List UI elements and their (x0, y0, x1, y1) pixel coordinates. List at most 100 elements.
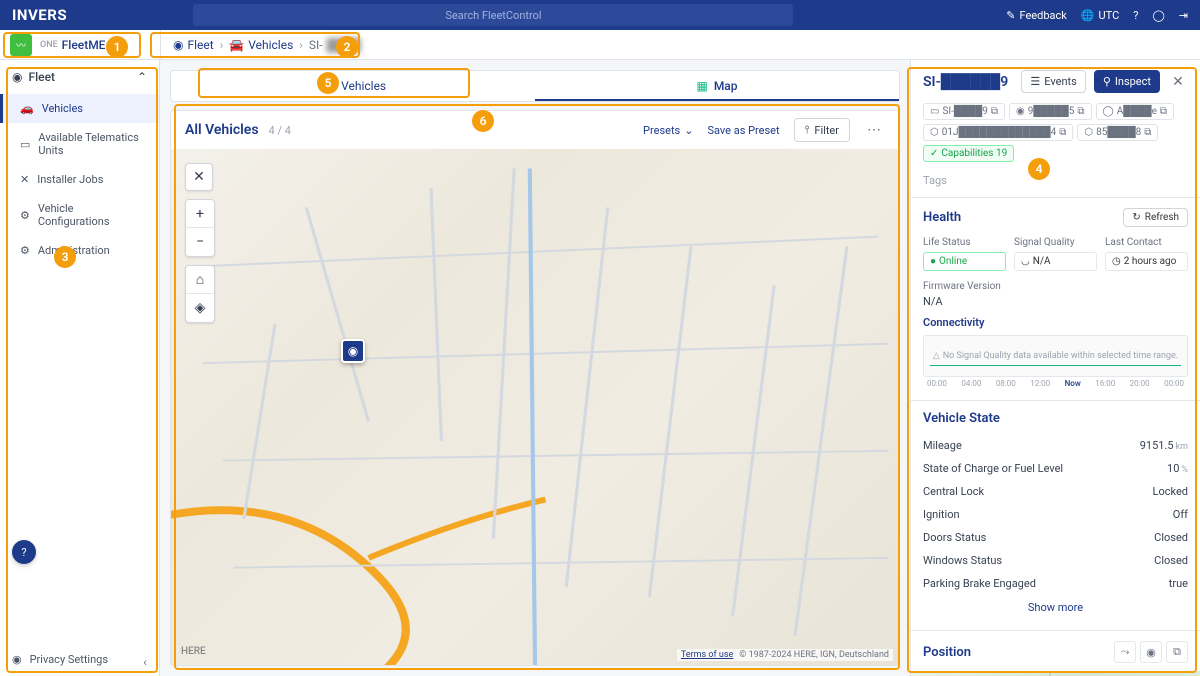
zoom-out-button[interactable]: − (186, 228, 214, 256)
contact-value: ◷2 hours ago (1105, 252, 1188, 271)
chevron-right-icon: › (220, 38, 224, 52)
sidebar-item-admin[interactable]: ⚙Administration (0, 236, 159, 265)
help-float-button[interactable]: ? (12, 540, 36, 564)
zoom-in-button[interactable]: + (186, 200, 214, 228)
warning-icon: △ (933, 351, 940, 361)
feedback-link[interactable]: ✎Feedback (1006, 9, 1067, 22)
sidebar-item-config[interactable]: ⚙Vehicle Configurations (0, 194, 159, 236)
tags-field[interactable]: Tags (911, 170, 1200, 197)
page-title: All Vehicles (185, 122, 259, 138)
shield-icon: ◉ (12, 653, 22, 666)
annotation-5: 5 (317, 72, 339, 94)
events-button[interactable]: ☰Events (1021, 70, 1085, 93)
contact-label: Last Contact (1105, 237, 1188, 248)
vehicle-count: 4 / 4 (269, 124, 291, 137)
minimap[interactable] (911, 671, 1200, 676)
state-row: Mileage9151.5km (923, 434, 1188, 457)
layers-button[interactable]: ◈ (186, 294, 214, 322)
life-status-label: Life Status (923, 237, 1006, 248)
detail-chip[interactable]: ◯A████e⧉ (1096, 103, 1175, 120)
map-icon: ▦ (696, 79, 707, 93)
annotation-6: 6 (472, 110, 494, 132)
more-menu[interactable]: ⋯ (864, 122, 885, 138)
top-bar: INVERS Search FleetControl ✎Feedback 🌐UT… (0, 0, 1200, 30)
pin-icon: ◉ (348, 344, 358, 358)
timezone-selector[interactable]: 🌐UTC (1081, 9, 1119, 22)
route-icon[interactable]: ⤳ (1114, 641, 1136, 663)
inspect-button[interactable]: ⚲Inspect (1094, 70, 1160, 93)
vehicle-icon: 🚘 (229, 38, 244, 52)
presets-dropdown[interactable]: Presets⌄ (643, 124, 693, 137)
firmware-value: N/A (923, 295, 1188, 308)
gear-icon: ⚙ (20, 244, 30, 257)
sidebar-item-telematics[interactable]: ▭Available Telematics Units (0, 123, 159, 165)
breadcrumb-vehicles[interactable]: 🚘Vehicles (229, 38, 293, 52)
sliders-icon: ⚙ (20, 209, 30, 222)
breadcrumb-fleet[interactable]: ◉Fleet (173, 38, 214, 52)
detail-chip[interactable]: ▭SI-████9⧉ (923, 103, 1005, 120)
state-row: Doors StatusClosed (923, 526, 1188, 549)
detail-title: SI-██████9 (923, 73, 1013, 90)
detail-chip[interactable]: ◉9█████5⧉ (1009, 103, 1092, 120)
tab-map[interactable]: ▦Map (535, 71, 899, 101)
detail-chip[interactable]: ⬡01J█████████████4⧉ (923, 124, 1073, 141)
vehicle-state-title: Vehicle State (923, 411, 1188, 426)
terms-link[interactable]: Terms of use (681, 650, 733, 660)
sidebar-item-installer[interactable]: ✕Installer Jobs (0, 165, 159, 194)
signal-value: ◡N/A (1014, 252, 1097, 271)
capabilities-chip[interactable]: ✓Capabilities 19 (923, 145, 1014, 162)
state-row: Parking Brake Engagedtrue (923, 572, 1188, 595)
connectivity-title: Connectivity (923, 316, 1188, 329)
signal-icon: ◡ (1021, 256, 1030, 267)
tools-icon: ✕ (20, 173, 29, 186)
detail-panel: SI-██████9 ☰Events ⚲Inspect ✕ ▭SI-████9⧉… (910, 60, 1200, 676)
secondary-bar: 〰 ONE FleetME ⌄ ◉Fleet › 🚘Vehicles › SI-… (0, 30, 1200, 60)
map-attribution: Terms of use© 1987-2024 HERE, IGN, Deuts… (677, 649, 893, 661)
map-view[interactable]: ✕ + − ⌂ ◈ ◉ HERE Terms of use© 1987-2024… (171, 149, 899, 665)
life-status-value: ●Online (923, 252, 1006, 271)
tab-vehicles[interactable]: 🏍Vehicles (171, 71, 535, 101)
state-row: IgnitionOff (923, 503, 1188, 526)
chevron-up-icon: ⌃ (137, 70, 147, 84)
close-panel-button[interactable]: ✕ (1168, 72, 1188, 92)
search-icon: ⚲ (1103, 75, 1111, 88)
edit-icon: ✎ (1006, 9, 1015, 22)
logo: INVERS (12, 6, 67, 24)
map-close-button[interactable]: ✕ (185, 163, 213, 191)
content-panel: All Vehicles 4 / 4 Presets⌄ Save as Pres… (170, 110, 900, 666)
sidebar-privacy[interactable]: ◉Privacy Settings (0, 643, 159, 676)
refresh-icon: ↻ (1132, 212, 1140, 223)
user-icon[interactable]: ◯ (1152, 9, 1164, 22)
health-title: Health (923, 210, 961, 225)
sidebar-collapse[interactable]: ‹ (137, 654, 153, 670)
vehicle-marker[interactable]: ◉ (341, 339, 365, 363)
check-icon: ✓ (930, 148, 938, 159)
fleet-icon: ◉ (12, 70, 22, 84)
logout-icon[interactable]: ⇥ (1179, 9, 1188, 22)
save-preset-button[interactable]: Save as Preset (707, 124, 779, 137)
app-icon: 〰 (10, 34, 32, 56)
fleet-icon: ◉ (173, 38, 183, 52)
detail-chip[interactable]: ⬡85████8⧉ (1077, 124, 1158, 141)
help-icon[interactable]: ? (1133, 9, 1138, 22)
car-icon: 🚗 (20, 102, 34, 115)
chevron-left-icon: ‹ (143, 655, 147, 669)
tabs: 🏍Vehicles ▦Map (170, 70, 900, 102)
home-button[interactable]: ⌂ (186, 266, 214, 294)
state-row: State of Charge or Fuel Level10% (923, 457, 1188, 480)
refresh-button[interactable]: ↻Refresh (1123, 208, 1188, 227)
sidebar: ◉Fleet ⌃ 🚗Vehicles ▭Available Telematics… (0, 60, 160, 676)
chevron-right-icon: › (299, 38, 303, 52)
pin-icon[interactable]: ◉ (1140, 641, 1162, 663)
filter-button[interactable]: ⫯Filter (794, 118, 850, 142)
state-row: Windows StatusClosed (923, 549, 1188, 572)
show-more-button[interactable]: Show more (923, 595, 1188, 620)
annotation-3: 3 (54, 246, 76, 268)
sidebar-section-fleet[interactable]: ◉Fleet ⌃ (0, 60, 159, 94)
sidebar-item-vehicles[interactable]: 🚗Vehicles (0, 94, 159, 123)
state-row: Central LockLocked (923, 480, 1188, 503)
here-logo: HERE (181, 646, 206, 657)
list-icon: ☰ (1030, 75, 1040, 88)
copy-icon[interactable]: ⧉ (1166, 641, 1188, 663)
search-input[interactable]: Search FleetControl (193, 4, 793, 26)
